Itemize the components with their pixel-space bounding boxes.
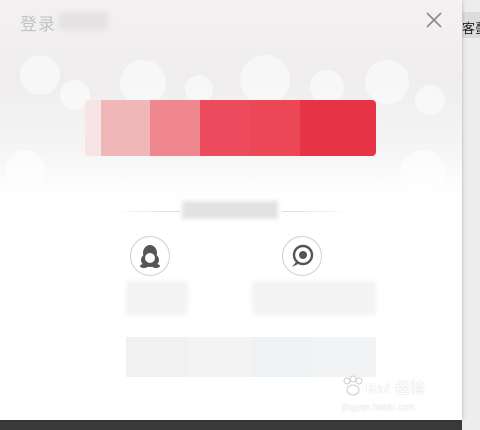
watermark-url: jingyan.baidu.com — [342, 402, 415, 412]
weibo-login-button[interactable] — [282, 236, 322, 276]
background-page-text: 客蠆 — [462, 21, 480, 36]
login-button[interactable] — [85, 100, 376, 156]
qq-login-label — [126, 281, 188, 315]
login-button-label — [85, 100, 376, 156]
footer-links-blurred — [126, 337, 376, 377]
background-page: 客蠆 — [462, 0, 480, 430]
paw-icon — [343, 375, 363, 396]
divider-label — [182, 201, 278, 219]
close-icon[interactable] — [422, 8, 446, 32]
dialog-title: 登录 — [20, 15, 56, 34]
baidu-jingyan-watermark: Bai 经验 jingyan.baidu.com — [336, 372, 456, 420]
qq-penguin-icon — [140, 245, 160, 268]
divider-line-right — [282, 211, 352, 212]
watermark-text: Bai 经验 — [366, 380, 426, 396]
weibo-icon — [292, 244, 314, 267]
divider-line-left — [110, 211, 180, 212]
qq-login-button[interactable] — [130, 236, 170, 276]
login-dialog: 登录 Bai 经验 jingyan.baidu.com — [0, 0, 462, 420]
weibo-login-label — [252, 281, 376, 315]
dialog-title-blurred — [58, 12, 108, 30]
